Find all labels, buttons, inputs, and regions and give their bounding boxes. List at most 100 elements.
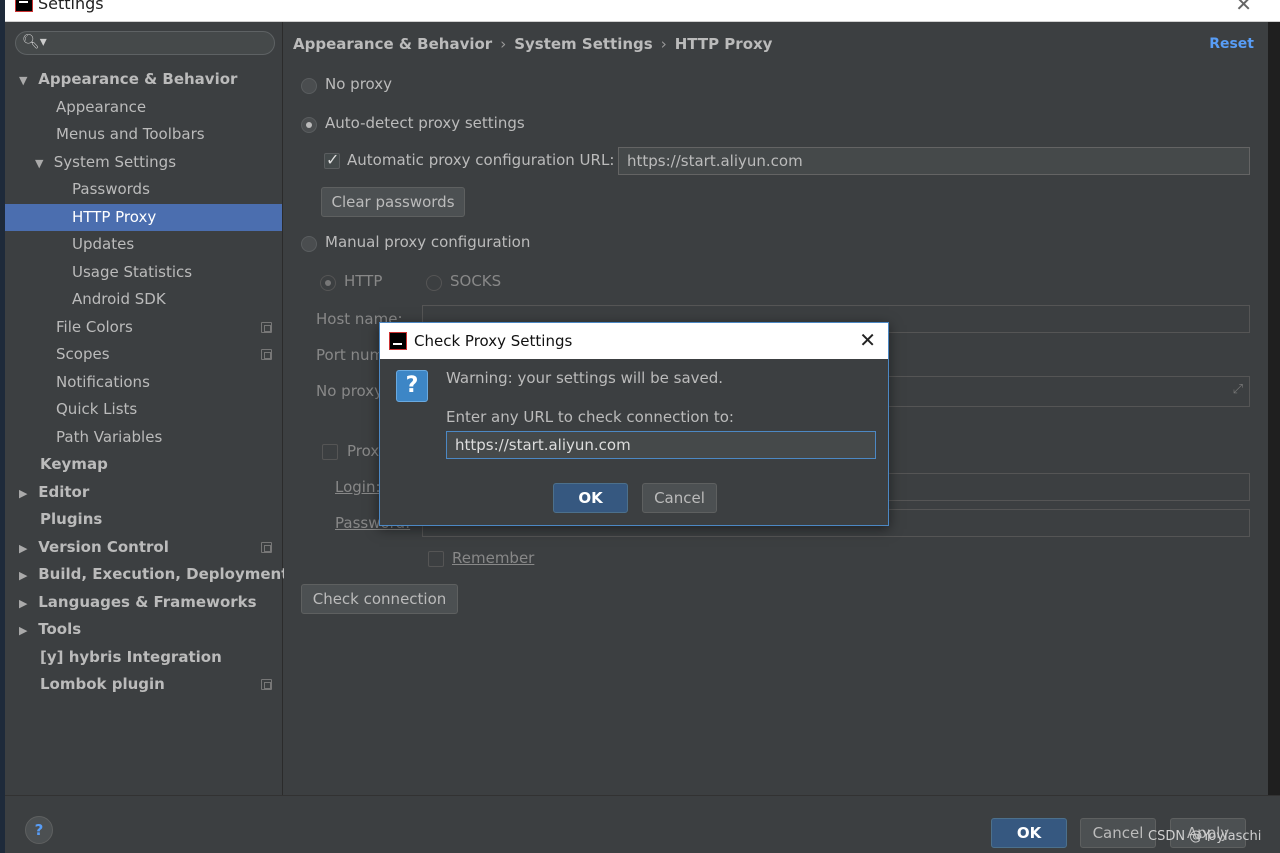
- sidebar-item-menus-toolbars[interactable]: Menus and Toolbars: [56, 121, 205, 148]
- sidebar-item-label: Passwords: [72, 180, 150, 198]
- sidebar-item-system-settings[interactable]: ▼ System Settings: [35, 149, 176, 176]
- sidebar-item-label: Lombok plugin: [40, 675, 165, 693]
- port-number-label: Port num: [316, 346, 385, 364]
- sidebar-item-lombok-plugin[interactable]: Lombok plugin: [40, 671, 165, 698]
- cancel-button[interactable]: Cancel: [1080, 818, 1156, 848]
- watermark-text: CSDN @Yoyiaschi: [1148, 829, 1262, 844]
- dialog-ok-button[interactable]: OK: [553, 483, 628, 513]
- project-copy-icon: [261, 322, 272, 333]
- sidebar-item-tools[interactable]: ▶ Tools: [19, 616, 81, 643]
- clear-passwords-button[interactable]: Clear passwords: [321, 187, 465, 217]
- sidebar-item-hybris-integration[interactable]: [y] hybris Integration: [40, 644, 222, 671]
- sidebar-item-label: Quick Lists: [56, 400, 138, 418]
- sidebar-item-label: Version Control: [38, 538, 169, 556]
- dialog-title: Check Proxy Settings: [414, 332, 573, 350]
- sidebar-item-file-colors[interactable]: File Colors: [56, 314, 133, 341]
- help-icon[interactable]: ?: [25, 816, 53, 844]
- auto-detect-label: Auto-detect proxy settings: [325, 114, 525, 132]
- sidebar-item-plugins[interactable]: Plugins: [40, 506, 102, 533]
- sidebar-item-label: Path Variables: [56, 428, 163, 446]
- sidebar-item-quick-lists[interactable]: Quick Lists: [56, 396, 137, 423]
- sidebar-item-version-control[interactable]: ▶ Version Control: [19, 534, 169, 561]
- sidebar-item-label: Build, Execution, Deployment: [38, 565, 289, 583]
- sidebar-item-label: Editor: [38, 483, 90, 501]
- reset-link[interactable]: Reset: [1209, 36, 1254, 52]
- dialog-prompt-text: Enter any URL to check connection to:: [446, 408, 734, 426]
- project-copy-icon: [261, 542, 272, 553]
- auto-detect-radio[interactable]: [301, 117, 317, 133]
- sidebar-item-path-variables[interactable]: Path Variables: [56, 424, 162, 451]
- sidebar-item-label: [y] hybris Integration: [40, 648, 222, 666]
- window-title: Settings: [38, 0, 104, 13]
- remember-checkbox[interactable]: [428, 551, 444, 567]
- remember-label: Remember: [452, 549, 534, 567]
- project-copy-icon: [261, 349, 272, 360]
- manual-proxy-radio[interactable]: [301, 236, 317, 252]
- proxy-auth-checkbox[interactable]: [322, 444, 338, 460]
- sidebar-item-label: System Settings: [53, 153, 177, 171]
- settings-footer: ? OK Cancel Apply: [5, 795, 1280, 853]
- settings-sidebar: 🔍︎▾ ▼ Appearance & Behavior Appearance M…: [5, 22, 288, 795]
- sidebar-item-label: Updates: [72, 235, 135, 253]
- window-close-icon[interactable]: ✕: [1235, 0, 1252, 16]
- search-icon: 🔍︎▾: [22, 34, 47, 50]
- no-proxy-radio[interactable]: [301, 78, 317, 94]
- expand-arrow-icon[interactable]: ▶: [19, 535, 33, 562]
- sidebar-item-label: Notifications: [56, 373, 150, 391]
- sidebar-item-label: Appearance: [56, 98, 147, 116]
- dialog-close-icon[interactable]: ✕: [859, 328, 876, 352]
- window-edge-strip: [1268, 22, 1280, 797]
- dialog-titlebar: Check Proxy Settings ✕: [380, 323, 888, 359]
- expand-field-icon[interactable]: ⤢: [1233, 377, 1243, 403]
- expand-arrow-icon[interactable]: ▼: [19, 67, 33, 94]
- auto-config-url-checkbox[interactable]: [324, 150, 340, 169]
- dialog-cancel-button[interactable]: Cancel: [642, 483, 717, 513]
- no-proxy-for-label: No proxy: [316, 382, 383, 400]
- check-proxy-dialog: Check Proxy Settings ✕ ? Warning: your s…: [379, 322, 889, 526]
- check-connection-button[interactable]: Check connection: [301, 584, 458, 614]
- expand-arrow-icon[interactable]: ▶: [19, 480, 33, 507]
- sidebar-item-label: Appearance & Behavior: [38, 70, 238, 88]
- sidebar-item-build-execution-deployment[interactable]: ▶ Build, Execution, Deployment: [19, 561, 288, 588]
- question-icon: ?: [396, 370, 428, 402]
- sidebar-item-passwords[interactable]: Passwords: [72, 176, 150, 203]
- window-titlebar: Settings ✕: [5, 0, 1280, 22]
- sidebar-item-notifications[interactable]: Notifications: [56, 369, 150, 396]
- sidebar-item-label: Tools: [38, 620, 82, 638]
- socks-label: SOCKS: [450, 272, 502, 290]
- intellij-app-icon: [389, 332, 407, 350]
- sidebar-item-http-proxy[interactable]: HTTP Proxy: [5, 204, 282, 231]
- breadcrumb: Appearance & Behavior › System Settings › HT…: [293, 35, 772, 53]
- sidebar-item-android-sdk[interactable]: Android SDK: [72, 286, 166, 313]
- intellij-app-icon: [15, 0, 33, 12]
- sidebar-item-editor[interactable]: ▶ Editor: [19, 479, 89, 506]
- check-url-input[interactable]: https://start.aliyun.com: [446, 431, 876, 459]
- expand-arrow-icon[interactable]: ▼: [35, 150, 49, 177]
- expand-arrow-icon[interactable]: ▶: [19, 562, 33, 589]
- sidebar-item-languages-frameworks[interactable]: ▶ Languages & Frameworks: [19, 589, 257, 616]
- sidebar-item-label: HTTP Proxy: [72, 208, 157, 226]
- sidebar-item-label: Scopes: [56, 345, 110, 363]
- sidebar-item-label: Plugins: [40, 510, 103, 528]
- sidebar-item-keymap[interactable]: Keymap: [40, 451, 108, 478]
- breadcrumb-part: System Settings: [514, 35, 653, 53]
- dialog-warning-text: Warning: your settings will be saved.: [446, 369, 724, 387]
- breadcrumb-separator: ›: [500, 35, 507, 53]
- sidebar-item-scopes[interactable]: Scopes: [56, 341, 110, 368]
- breadcrumb-part: HTTP Proxy: [674, 35, 773, 53]
- sidebar-item-usage-statistics[interactable]: Usage Statistics: [72, 259, 192, 286]
- sidebar-item-label: Languages & Frameworks: [38, 593, 257, 611]
- ok-button[interactable]: OK: [991, 818, 1067, 848]
- expand-arrow-icon[interactable]: ▶: [19, 617, 33, 644]
- expand-arrow-icon[interactable]: ▶: [19, 590, 33, 617]
- auto-config-url-input[interactable]: https://start.aliyun.com: [618, 147, 1250, 175]
- settings-search-input[interactable]: 🔍︎▾: [15, 31, 275, 55]
- http-radio[interactable]: [320, 275, 336, 291]
- manual-proxy-label: Manual proxy configuration: [325, 233, 531, 251]
- proxy-auth-label: Prox: [347, 442, 380, 460]
- socks-radio[interactable]: [426, 275, 442, 291]
- sidebar-item-updates[interactable]: Updates: [72, 231, 134, 258]
- sidebar-item-appearance-behavior[interactable]: ▼ Appearance & Behavior: [19, 66, 237, 93]
- sidebar-item-label: Android SDK: [72, 290, 166, 308]
- sidebar-item-appearance[interactable]: Appearance: [56, 94, 146, 121]
